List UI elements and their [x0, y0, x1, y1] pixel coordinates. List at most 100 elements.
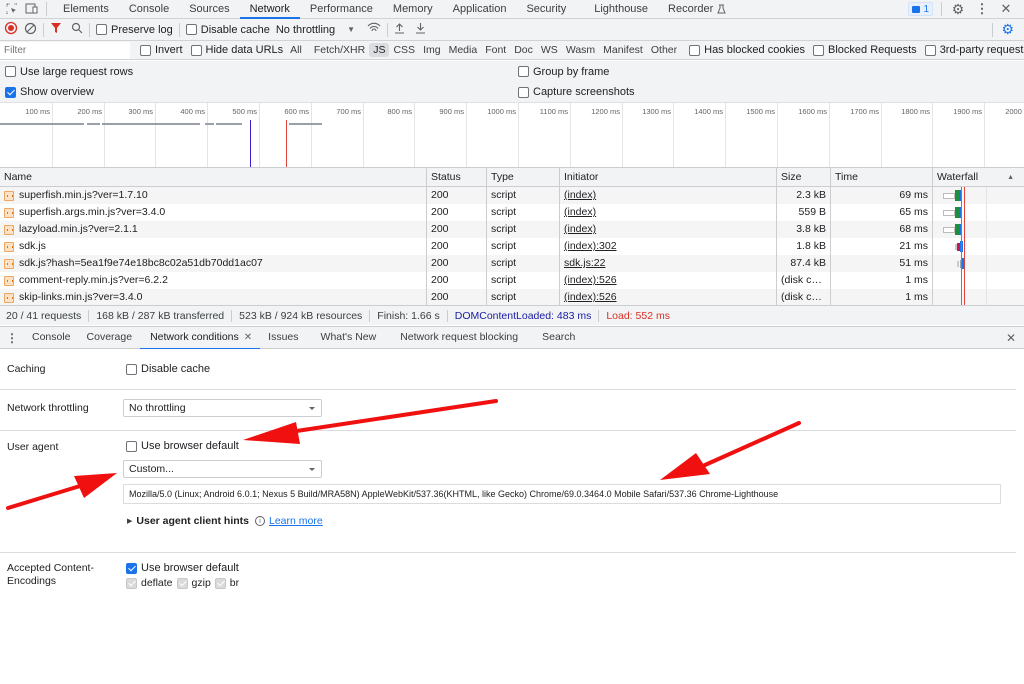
request-name[interactable]: superfish.args.min.js?ver=3.4.0 — [0, 204, 427, 221]
more-options-icon[interactable]: ⋮ — [974, 1, 990, 17]
request-name[interactable]: sdk.js?hash=5ea1f9e74e18bc8c02a51db70dd1… — [0, 255, 427, 272]
filter-type-doc[interactable]: Doc — [510, 43, 537, 57]
filter-type-other[interactable]: Other — [647, 43, 681, 57]
search-button[interactable] — [71, 22, 83, 37]
preserve-log-box[interactable] — [96, 24, 107, 35]
settings-gear-icon[interactable]: ⚙ — [950, 1, 966, 17]
has-blocked-cookies-checkbox[interactable]: Has blocked cookies — [689, 44, 805, 56]
table-row[interactable]: comment-reply.min.js?ver=6.2.2 200 script (… — [0, 272, 1024, 289]
filter-type-all[interactable]: All — [286, 43, 306, 57]
filter-toggle-button[interactable] — [50, 22, 62, 37]
issues-badge[interactable]: 1 — [908, 2, 933, 16]
device-toolbar-icon[interactable] — [24, 1, 40, 17]
nc-disable-cache-checkbox[interactable]: Disable cache — [126, 363, 210, 375]
column-header-size[interactable]: Size — [777, 168, 831, 186]
drawer-tab-console[interactable]: Console — [24, 327, 79, 349]
learn-more-link[interactable]: Learn more — [269, 515, 323, 527]
nc-disable-cache-box[interactable] — [126, 363, 137, 375]
invert-box[interactable] — [140, 44, 151, 56]
filter-type-manifest[interactable]: Manifest — [599, 43, 647, 57]
table-row[interactable]: skip-links.min.js?ver=3.4.0 200 script (ind… — [0, 289, 1024, 306]
ua-client-hints-toggle[interactable]: User agent client hints — [136, 515, 249, 527]
table-row[interactable]: superfish.args.min.js?ver=3.4.0 200 script… — [0, 204, 1024, 221]
record-stop-button[interactable] — [4, 21, 18, 38]
invert-checkbox[interactable]: Invert — [140, 44, 183, 56]
encodings-browser-default-checkbox[interactable]: Use browser default — [126, 562, 239, 574]
close-devtools-icon[interactable]: ✕ — [998, 1, 1014, 17]
preserve-log-checkbox[interactable]: Preserve log — [96, 24, 173, 36]
column-header-time[interactable]: Time — [831, 168, 933, 186]
show-overview-box[interactable] — [5, 86, 16, 98]
expand-triangle-icon[interactable]: ▶ — [127, 517, 132, 525]
tab-lighthouse[interactable]: Lighthouse — [576, 0, 658, 19]
column-header-initiator[interactable]: Initiator — [560, 168, 777, 186]
initiator-link[interactable]: (index) — [564, 206, 596, 218]
network-throttling-select[interactable]: No throttling — [123, 399, 322, 417]
hide-data-urls-checkbox[interactable]: Hide data URLs — [190, 44, 283, 56]
initiator-link[interactable]: (index):526 — [564, 274, 617, 286]
close-tab-icon[interactable]: ✕ — [244, 327, 252, 348]
table-row[interactable]: sdk.js 200 script (index):302 1.8 kB 21 ms — [0, 238, 1024, 255]
export-har-button[interactable] — [415, 22, 426, 37]
tab-performance[interactable]: Performance — [300, 0, 383, 19]
drawer-tab-coverage[interactable]: Coverage — [79, 327, 141, 349]
filter-input[interactable] — [0, 41, 130, 59]
third-party-requests-box[interactable] — [924, 44, 936, 56]
tab-elements[interactable]: Elements — [53, 0, 119, 19]
hide-data-urls-box[interactable] — [190, 44, 202, 56]
import-har-button[interactable] — [394, 22, 405, 37]
drawer-tab-network-request-blocking[interactable]: Network request blocking — [384, 327, 526, 349]
request-name[interactable]: comment-reply.min.js?ver=6.2.2 — [0, 272, 427, 289]
tab-application[interactable]: Application — [443, 0, 517, 19]
disable-cache-checkbox[interactable]: Disable cache — [185, 24, 270, 36]
drawer-menu-icon[interactable]: ⋮ — [6, 331, 18, 345]
filter-type-ws[interactable]: WS — [537, 43, 562, 57]
table-row[interactable]: superfish.min.js?ver=1.7.10 200 script (ind… — [0, 187, 1024, 204]
throttling-dropdown[interactable]: No throttling ▼ — [276, 24, 355, 36]
drawer-tab-search[interactable]: Search — [526, 327, 583, 349]
request-name[interactable]: superfish.min.js?ver=1.7.10 — [0, 187, 427, 204]
large-rows-box[interactable] — [5, 66, 16, 77]
group-by-frame-checkbox[interactable]: Group by frame — [518, 66, 609, 78]
table-row[interactable]: lazyload.min.js?ver=2.1.1 200 script (index… — [0, 221, 1024, 238]
request-name[interactable]: lazyload.min.js?ver=2.1.1 — [0, 221, 427, 238]
table-row[interactable]: sdk.js?hash=5ea1f9e74e18bc8c02a51db70dd1… — [0, 255, 1024, 272]
initiator-link[interactable]: sdk.js:22 — [564, 257, 605, 269]
show-overview-checkbox[interactable]: Show overview — [5, 86, 94, 98]
disable-cache-box[interactable] — [185, 24, 197, 35]
filter-type-wasm[interactable]: Wasm — [562, 43, 599, 57]
clear-button[interactable] — [24, 22, 37, 38]
tab-network[interactable]: Network — [239, 0, 301, 19]
tab-sources[interactable]: Sources — [179, 0, 239, 19]
ua-browser-default-checkbox[interactable]: Use browser default — [126, 440, 239, 452]
has-blocked-cookies-box[interactable] — [689, 44, 701, 56]
filter-type-js[interactable]: JS — [369, 43, 390, 57]
drawer-tab-issues[interactable]: Issues — [260, 327, 306, 349]
ua-browser-default-box[interactable] — [126, 440, 137, 452]
blocked-requests-box[interactable] — [813, 44, 825, 56]
initiator-link[interactable]: (index):302 — [564, 240, 617, 252]
column-header-waterfall[interactable]: Waterfall ▲ — [933, 168, 1024, 186]
capture-screenshots-checkbox[interactable]: Capture screenshots — [518, 86, 635, 98]
request-name[interactable]: sdk.js — [0, 238, 427, 255]
drawer-tab-network-conditions[interactable]: Network conditions ✕ — [140, 327, 261, 350]
tab-recorder[interactable]: Recorder — [658, 0, 736, 19]
column-header-status[interactable]: Status — [427, 168, 487, 186]
close-drawer-icon[interactable]: ✕ — [1006, 331, 1016, 345]
capture-screenshots-box[interactable] — [518, 86, 529, 98]
tab-security[interactable]: Security — [516, 0, 576, 19]
initiator-link[interactable]: (index):526 — [564, 291, 617, 303]
user-agent-string-input[interactable]: Mozilla/5.0 (Linux; Android 6.0.1; Nexus… — [123, 484, 1001, 504]
network-settings-gear-icon[interactable]: ⚙ — [1001, 21, 1014, 38]
blocked-requests-checkbox[interactable]: Blocked Requests — [813, 44, 917, 56]
initiator-link[interactable]: (index) — [564, 189, 596, 201]
filter-type-media[interactable]: Media — [445, 43, 482, 57]
network-conditions-button[interactable] — [367, 22, 381, 37]
filter-type-css[interactable]: CSS — [389, 43, 419, 57]
tab-console[interactable]: Console — [119, 0, 179, 19]
tab-memory[interactable]: Memory — [383, 0, 443, 19]
drawer-tab-whats-new[interactable]: What's New — [307, 327, 385, 349]
network-overview-timeline[interactable]: 100 ms 200 ms 300 ms 400 ms 500 ms 600 ms 700 … — [0, 102, 1024, 168]
request-name[interactable]: skip-links.min.js?ver=3.4.0 — [0, 289, 427, 306]
encodings-browser-default-box[interactable] — [126, 562, 137, 574]
